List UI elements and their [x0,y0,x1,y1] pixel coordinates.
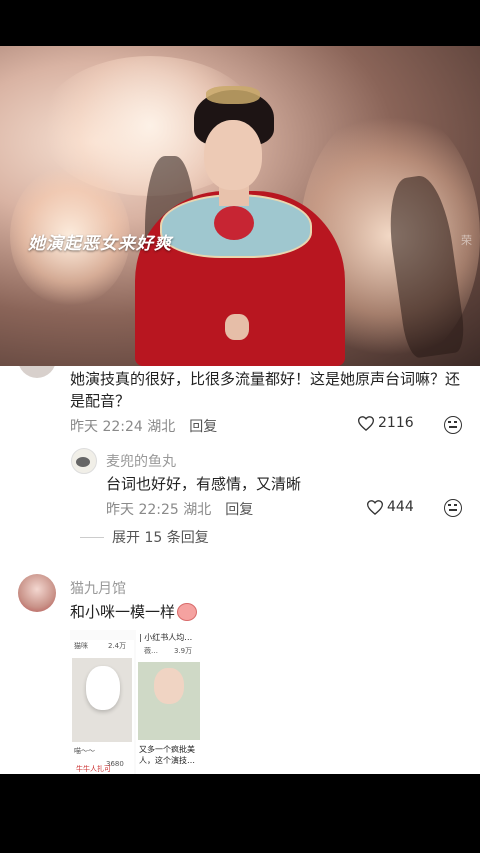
comment-image[interactable]: 猫咪 2.4万 喵～～ 3680 | 小红书人均… 薇… 3.9万 又多一个疯批… [70,630,202,774]
collar-embroidery [214,206,254,240]
card-likes: 3.9万 [174,647,193,655]
peach-emoji-icon [177,602,198,621]
hair-ornament [206,86,260,104]
comment-text: 和小咪一模一样 [70,601,198,622]
crying-woman-photo [138,662,200,740]
avatar[interactable] [71,448,97,474]
cat-photo [72,658,132,742]
like-count: 2116 [378,415,414,431]
card-caption: 喵～～ [74,747,95,755]
comment-meta: 昨天 22:25 湖北 回复 [106,499,253,519]
note-card: | 小红书人均… 薇… 3.9万 又多一个疯批美人，这个演技… [136,630,202,774]
emoji-reaction-icon[interactable] [444,499,462,517]
reply-button[interactable]: 回复 [225,502,253,518]
comment-text-content: 和小咪一模一样 [70,603,176,621]
video-player[interactable]: 她演起恶女来好爽 荣 [0,46,480,366]
card-user: 猫咪 [74,642,88,650]
like-button[interactable]: 444 [367,499,414,515]
avatar[interactable] [18,366,56,378]
expand-replies-button[interactable]: 展开 15 条回复 [80,527,209,547]
username[interactable]: 猫九月馆 [70,578,126,598]
face [204,120,262,190]
card-title: | 小红书人均… [139,633,193,642]
card-caption: 又多一个疯批美人，这个演技… [139,745,195,765]
bottom-letterbox [0,774,480,853]
note-card: 猫咪 2.4万 喵～～ 3680 [70,640,134,774]
comment-time: 昨天 22:24 湖北 [70,419,176,435]
heart-icon [358,415,374,431]
comment-time: 昨天 22:25 湖北 [106,502,212,518]
emoji-reaction-icon[interactable] [444,416,462,434]
heart-icon [367,499,383,515]
comment-text: 台词也好好，有感情，又清晰 [106,475,302,493]
avatar[interactable] [18,574,56,612]
divider [80,536,104,538]
like-count: 444 [387,499,414,515]
comment-meta: 昨天 22:24 湖北 回复 [70,416,217,436]
card-title: 牛牛人扎可 [76,765,111,773]
hands [225,314,249,340]
comment-text: 她演技真的很好，比很多流量都好！这是她原声台词嘛？还是配音？ [70,370,461,410]
video-caption: 她演起恶女来好爽 [28,234,172,254]
comments-panel: 她演技真的很好，比很多流量都好！这是她原声台词嘛？还是配音？ 昨天 22:24 … [0,366,480,774]
expand-replies-label: 展开 15 条回复 [112,530,209,546]
card-likes: 2.4万 [108,642,127,650]
reply-button[interactable]: 回复 [189,419,217,435]
video-watermark: 荣 [461,234,472,247]
username[interactable]: 麦兜的鱼丸 [106,451,176,471]
like-button[interactable]: 2116 [358,415,414,431]
card-user: 薇… [144,647,158,655]
